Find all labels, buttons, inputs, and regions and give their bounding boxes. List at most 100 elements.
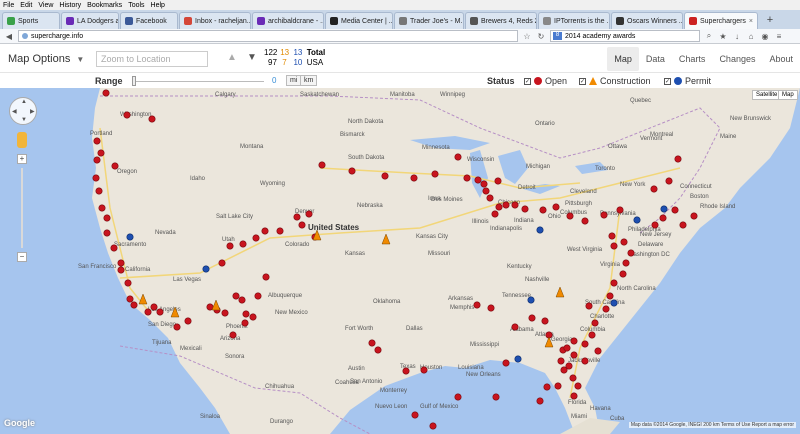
address-bar[interactable]: supercharge.info <box>18 30 518 42</box>
menu-history[interactable]: History <box>59 2 81 9</box>
supercharger-open-marker[interactable] <box>103 214 111 222</box>
tab-changes[interactable]: Changes <box>712 47 762 71</box>
supercharger-permit-marker[interactable] <box>633 216 641 224</box>
download-icon[interactable]: ↓ <box>732 31 742 41</box>
supercharger-open-marker[interactable] <box>622 259 630 267</box>
refresh-icon[interactable]: ↻ <box>536 31 546 41</box>
supercharger-open-marker[interactable] <box>110 244 118 252</box>
browser-tab[interactable]: Sports <box>2 12 60 29</box>
supercharger-open-marker[interactable] <box>454 153 462 161</box>
supercharger-open-marker[interactable] <box>487 304 495 312</box>
home-icon[interactable]: ⌂ <box>746 31 756 41</box>
supercharger-open-marker[interactable] <box>594 347 602 355</box>
supercharger-open-marker[interactable] <box>150 303 158 311</box>
supercharger-open-marker[interactable] <box>570 392 578 400</box>
map-type-button[interactable]: Map <box>778 90 798 100</box>
supercharger-open-marker[interactable] <box>368 339 376 347</box>
supercharger-open-marker[interactable] <box>102 89 110 97</box>
supercharger-open-marker[interactable] <box>585 302 593 310</box>
map-attribution[interactable]: Map data ©2014 Google, INEGI 200 km Term… <box>628 422 796 428</box>
zoom-out-button[interactable]: − <box>17 252 27 262</box>
supercharger-open-marker[interactable] <box>502 201 510 209</box>
supercharger-open-marker[interactable] <box>610 279 618 287</box>
browser-tab[interactable]: LA Dodgers at Ch... <box>61 12 119 29</box>
supercharger-open-marker[interactable] <box>588 331 596 339</box>
supercharger-open-marker[interactable] <box>239 240 247 248</box>
supercharger-open-marker[interactable] <box>97 149 105 157</box>
supercharger-open-marker[interactable] <box>602 305 610 313</box>
pan-up-icon[interactable]: ▲ <box>21 99 27 105</box>
supercharger-open-marker[interactable] <box>511 323 519 331</box>
street-view-pegman-icon[interactable] <box>17 132 27 148</box>
supercharger-construction-marker[interactable] <box>555 286 565 298</box>
tab-about[interactable]: About <box>762 47 800 71</box>
supercharger-open-marker[interactable] <box>491 210 499 218</box>
supercharger-open-marker[interactable] <box>156 308 164 316</box>
supercharger-open-marker[interactable] <box>262 273 270 281</box>
checkbox[interactable]: ✓ <box>664 77 671 85</box>
menu-edit[interactable]: Edit <box>20 2 32 9</box>
supercharger-open-marker[interactable] <box>381 172 389 180</box>
menu-tools[interactable]: Tools <box>128 2 144 9</box>
supercharger-open-marker[interactable] <box>226 242 234 250</box>
supercharger-open-marker[interactable] <box>495 203 503 211</box>
supercharger-open-marker[interactable] <box>318 161 326 169</box>
status-construction-toggle[interactable]: ✓ Construction <box>579 76 651 86</box>
unit-km-button[interactable]: km <box>300 75 318 86</box>
supercharger-open-marker[interactable] <box>238 296 246 304</box>
supercharger-permit-marker[interactable] <box>202 265 210 273</box>
supercharger-open-marker[interactable] <box>173 323 181 331</box>
supercharger-open-marker[interactable] <box>117 266 125 274</box>
supercharger-permit-marker[interactable] <box>660 205 668 213</box>
supercharger-open-marker[interactable] <box>232 292 240 300</box>
supercharger-open-marker[interactable] <box>420 366 428 374</box>
supercharger-open-marker[interactable] <box>126 295 134 303</box>
supercharger-open-marker[interactable] <box>348 167 356 175</box>
checkbox[interactable]: ✓ <box>524 77 531 85</box>
chevron-down-icon[interactable]: ▼ <box>247 52 257 63</box>
supercharger-open-marker[interactable] <box>539 206 547 214</box>
supercharger-open-marker[interactable] <box>298 221 306 229</box>
supercharger-open-marker[interactable] <box>429 422 437 430</box>
supercharger-open-marker[interactable] <box>563 344 571 352</box>
addon-icon[interactable]: ◉ <box>760 31 770 41</box>
tab-charts[interactable]: Charts <box>672 47 713 71</box>
supercharger-open-marker[interactable] <box>610 242 618 250</box>
supercharger-open-marker[interactable] <box>541 317 549 325</box>
supercharger-construction-marker[interactable] <box>381 233 391 245</box>
map-options-menu[interactable]: Map Options ▼ <box>8 53 84 65</box>
browser-tab[interactable]: Brewers 4, Reds 2... <box>465 12 537 29</box>
supercharger-open-marker[interactable] <box>627 249 635 257</box>
browser-tab[interactable]: Facebook <box>120 12 178 29</box>
supercharger-open-marker[interactable] <box>402 367 410 375</box>
checkbox[interactable]: ✓ <box>579 77 586 85</box>
supercharger-open-marker[interactable] <box>574 382 582 390</box>
supercharger-open-marker[interactable] <box>554 382 562 390</box>
map-canvas[interactable]: Washington Portland Oregon Idaho Montana Wyom… <box>0 88 800 434</box>
supercharger-open-marker[interactable] <box>473 301 481 309</box>
supercharger-open-marker[interactable] <box>528 314 536 322</box>
supercharger-open-marker[interactable] <box>95 187 103 195</box>
star-icon[interactable]: ☆ <box>522 31 532 41</box>
new-tab-button[interactable]: + <box>763 13 777 27</box>
supercharger-open-marker[interactable] <box>254 292 262 300</box>
supercharger-open-marker[interactable] <box>123 111 131 119</box>
supercharger-open-marker[interactable] <box>241 319 249 327</box>
back-icon[interactable]: ◀ <box>4 31 14 41</box>
supercharger-open-marker[interactable] <box>659 214 667 222</box>
supercharger-open-marker[interactable] <box>98 204 106 212</box>
supercharger-open-marker[interactable] <box>474 176 482 184</box>
supercharger-open-marker[interactable] <box>569 374 577 382</box>
supercharger-open-marker[interactable] <box>570 351 578 359</box>
supercharger-open-marker[interactable] <box>92 174 100 182</box>
browser-tab[interactable]: Inbox - racheljan... <box>179 12 251 29</box>
supercharger-open-marker[interactable] <box>482 187 490 195</box>
supercharger-open-marker[interactable] <box>690 212 698 220</box>
supercharger-open-marker[interactable] <box>431 170 439 178</box>
supercharger-permit-marker[interactable] <box>610 299 618 307</box>
tab-map[interactable]: Map <box>607 47 639 71</box>
supercharger-open-marker[interactable] <box>543 383 551 391</box>
chevron-up-icon[interactable]: ▲ <box>227 52 237 63</box>
supercharger-open-marker[interactable] <box>616 206 624 214</box>
supercharger-open-marker[interactable] <box>144 308 152 316</box>
